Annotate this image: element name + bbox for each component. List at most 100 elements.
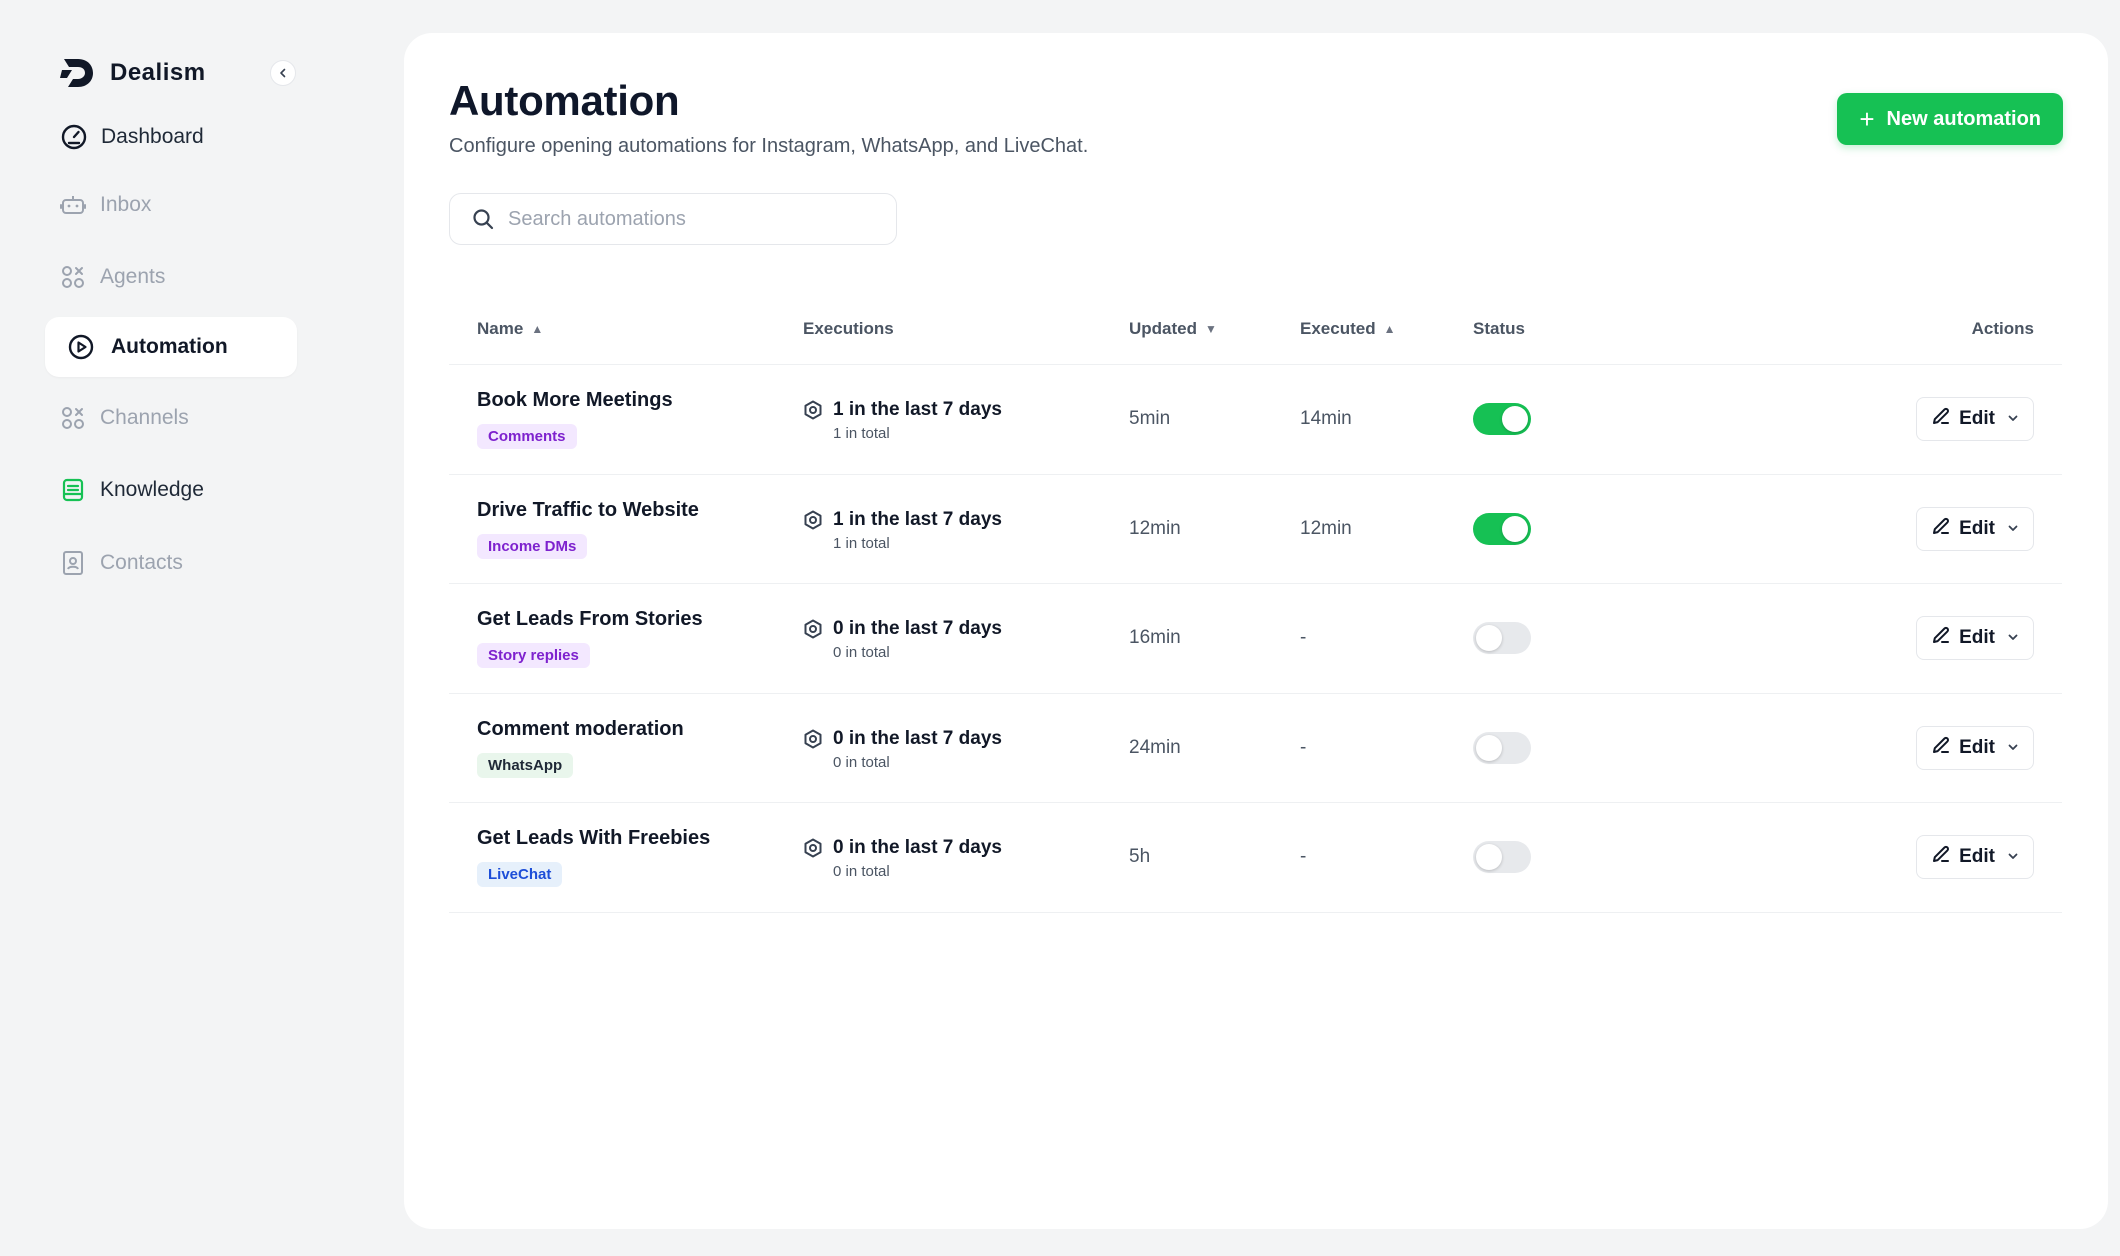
new-automation-button[interactable]: + New automation: [1837, 93, 2063, 145]
automations-table: Name ▲ Executions Updated ▼ Executed ▲ S…: [449, 293, 2062, 913]
hexagon-settings-icon: [803, 510, 823, 552]
sidebar-item-label: Contacts: [100, 551, 183, 574]
executed-value: -: [1300, 736, 1307, 758]
executions-cell: 0 in the last 7 days 0 in total: [803, 618, 1002, 661]
pencil-icon: [1931, 516, 1951, 542]
toggle-knob: [1502, 406, 1528, 432]
status-cell: [1473, 622, 1531, 654]
chevron-down-icon: [2007, 408, 2019, 430]
actions-cell: Edit: [1916, 725, 2034, 770]
sidebar-item-dashboard[interactable]: Dashboard: [45, 107, 297, 167]
table-body: Book More Meetings Comments 1 in the las…: [449, 365, 2062, 913]
brand[interactable]: Dealism: [60, 56, 206, 90]
status-toggle[interactable]: [1473, 512, 1531, 545]
brand-name: Dealism: [110, 59, 206, 86]
chevron-left-icon: [280, 68, 286, 78]
executions-total: 0 in total: [833, 753, 890, 771]
edit-button[interactable]: Edit: [1916, 616, 2034, 660]
inbox-bot-icon: [59, 191, 87, 219]
table-row[interactable]: Book More Meetings Comments 1 in the las…: [449, 365, 2062, 475]
column-header-updated[interactable]: Updated ▼: [1129, 293, 1217, 365]
executions-recent: 0 in the last 7 days: [833, 618, 1002, 639]
chevron-down-icon: [2007, 846, 2019, 868]
chevron-down-icon: [2007, 737, 2019, 759]
toggle-knob: [1476, 734, 1502, 761]
edit-label: Edit: [1959, 408, 1995, 429]
pencil-icon: [1931, 406, 1951, 432]
actions-cell: Edit: [1916, 835, 2034, 879]
search-input[interactable]: [508, 207, 868, 231]
trigger-tag: LiveChat: [477, 862, 563, 887]
updated-value: 24min: [1129, 736, 1181, 758]
edit-button[interactable]: Edit: [1916, 506, 2034, 551]
edit-button[interactable]: Edit: [1916, 397, 2034, 441]
dealism-logo-icon: [60, 59, 93, 87]
hexagon-settings-icon: [803, 400, 823, 442]
automation-name: Drive Traffic to Website: [477, 498, 699, 521]
table-row[interactable]: Get Leads From Stories Story replies 0 i…: [449, 584, 2062, 694]
column-header-name[interactable]: Name ▲: [477, 293, 543, 365]
edit-button[interactable]: Edit: [1916, 725, 2034, 770]
trigger-tag: Comments: [477, 424, 577, 449]
executed-value: 12min: [1300, 517, 1352, 539]
table-row[interactable]: Drive Traffic to Website Income DMs 1 in…: [449, 475, 2062, 584]
updated-value: 12min: [1129, 517, 1181, 539]
automation-name-cell: Get Leads From Stories Story replies: [477, 608, 703, 668]
gauge-icon: [60, 123, 88, 151]
updated-value: 16min: [1129, 627, 1181, 648]
automation-name-cell: Get Leads With Freebies LiveChat: [477, 827, 710, 887]
status-cell: [1473, 731, 1531, 764]
status-toggle[interactable]: [1473, 403, 1531, 435]
executions-recent: 1 in the last 7 days: [833, 399, 1002, 420]
hexagon-settings-icon: [803, 619, 823, 661]
automation-name: Book More Meetings: [477, 389, 673, 411]
edit-label: Edit: [1959, 517, 1995, 539]
sort-desc-icon: ▼: [1205, 322, 1217, 336]
actions-cell: Edit: [1916, 397, 2034, 441]
chevron-down-icon: [2007, 518, 2019, 540]
executions-recent: 0 in the last 7 days: [833, 837, 1002, 858]
toggle-knob: [1502, 515, 1528, 542]
sidebar-item-automation[interactable]: Automation: [45, 317, 297, 377]
executions-total: 1 in total: [833, 534, 890, 552]
executions-cell: 0 in the last 7 days 0 in total: [803, 728, 1002, 771]
automation-name-cell: Drive Traffic to Website Income DMs: [477, 499, 699, 559]
collapse-sidebar-button[interactable]: [270, 60, 296, 86]
table-row[interactable]: Get Leads With Freebies LiveChat 0 in th…: [449, 803, 2062, 913]
sidebar-item-label: Channels: [100, 406, 189, 429]
pencil-icon: [1931, 735, 1951, 761]
status-cell: [1473, 403, 1531, 435]
status-toggle[interactable]: [1473, 622, 1531, 654]
column-header-executed[interactable]: Executed ▲: [1300, 293, 1395, 365]
main-panel: Automation Configure opening automations…: [404, 33, 2108, 1229]
edit-label: Edit: [1959, 736, 1995, 758]
executed-value: -: [1300, 627, 1307, 648]
chevron-down-icon: [2007, 627, 2019, 649]
toggle-knob: [1476, 625, 1502, 651]
automation-name: Comment moderation: [477, 717, 684, 740]
sidebar-item-contacts[interactable]: Contacts: [45, 533, 297, 593]
table-row[interactable]: Comment moderation WhatsApp 0 in the las…: [449, 694, 2062, 803]
sidebar: Dealism Dashboard Inbox Agents Automatio…: [0, 0, 404, 1256]
sidebar-item-label: Dashboard: [101, 125, 204, 148]
pencil-icon: [1931, 625, 1951, 651]
edit-button[interactable]: Edit: [1916, 835, 2034, 879]
automation-name: Get Leads With Freebies: [477, 827, 711, 849]
executed-value: -: [1300, 846, 1307, 867]
sidebar-item-label: Knowledge: [100, 478, 204, 501]
status-toggle[interactable]: [1473, 841, 1531, 873]
channels-icon: [59, 404, 87, 432]
sidebar-item-label: Inbox: [100, 193, 152, 216]
executions-recent: 0 in the last 7 days: [833, 727, 1002, 749]
sidebar-item-inbox[interactable]: Inbox: [45, 175, 297, 235]
executions-total: 1 in total: [833, 425, 890, 442]
automation-name-cell: Book More Meetings Comments: [477, 389, 673, 449]
play-circle-icon: [67, 333, 95, 361]
sidebar-item-channels[interactable]: Channels: [45, 388, 297, 448]
sidebar-item-knowledge[interactable]: Knowledge: [45, 460, 297, 520]
executions-cell: 0 in the last 7 days 0 in total: [803, 837, 1002, 880]
sidebar-item-agents[interactable]: Agents: [45, 247, 297, 307]
edit-label: Edit: [1959, 846, 1995, 867]
status-toggle[interactable]: [1473, 731, 1531, 764]
toggle-knob: [1476, 844, 1502, 870]
